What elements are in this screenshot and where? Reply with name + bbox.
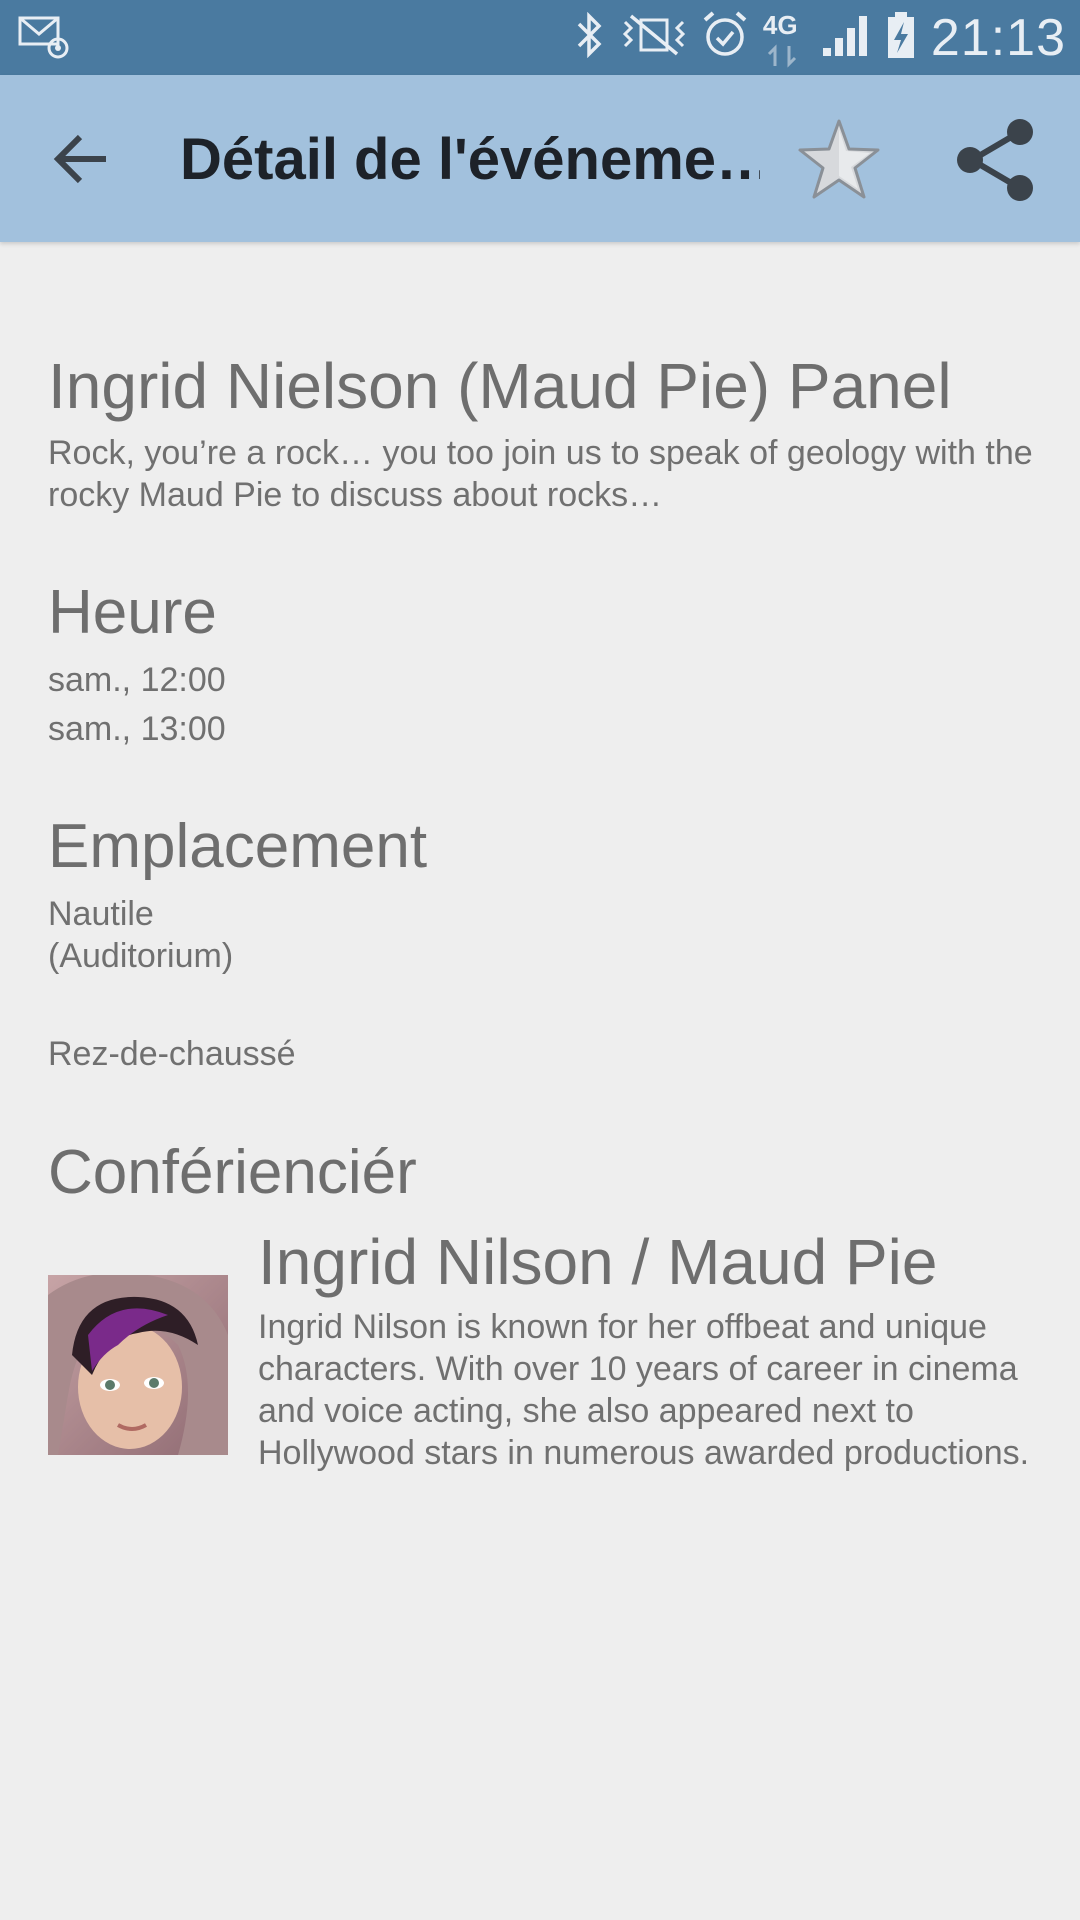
location-room: Nautile — [48, 895, 154, 933]
time-heading: Heure — [48, 578, 217, 647]
speaker-bio: Ingrid Nilson is known for her offbeat a… — [258, 1308, 1030, 1472]
battery-charging-icon — [885, 10, 917, 65]
app-bar: Détail de l'événeme… — [0, 75, 1080, 242]
alarm-icon — [701, 10, 749, 65]
signal-icon — [821, 12, 871, 63]
network-4g-icon: 4G — [763, 8, 807, 68]
event-title: Ingrid Nielson (Maud Pie) Panel — [48, 350, 952, 422]
page-title: Détail de l'événeme… — [180, 127, 760, 192]
star-icon[interactable] — [796, 117, 882, 203]
email-notification-icon — [18, 14, 70, 60]
location-room-detail: (Auditorium) — [48, 937, 234, 975]
location-heading: Emplacement — [48, 812, 428, 881]
time-start: sam., 12:00 — [48, 661, 226, 699]
share-icon[interactable] — [952, 115, 1042, 205]
speaker-heading: Conférienciér — [48, 1138, 417, 1207]
network-type-label: 4G — [762, 9, 798, 40]
clock: 21:13 — [930, 8, 1066, 67]
vibrate-icon — [621, 12, 687, 63]
status-bar: 4G 21:13 — [0, 0, 1080, 75]
speaker-name: Ingrid Nilson / Maud Pie — [258, 1226, 938, 1298]
event-description: Rock, you’re a rock… you too join us to … — [48, 434, 1033, 514]
location-floor: Rez-de-chaussé — [48, 1035, 296, 1073]
back-arrow-icon[interactable] — [44, 119, 124, 199]
time-end: sam., 13:00 — [48, 710, 226, 748]
bluetooth-icon — [573, 11, 607, 63]
speaker-avatar[interactable] — [48, 1275, 228, 1455]
